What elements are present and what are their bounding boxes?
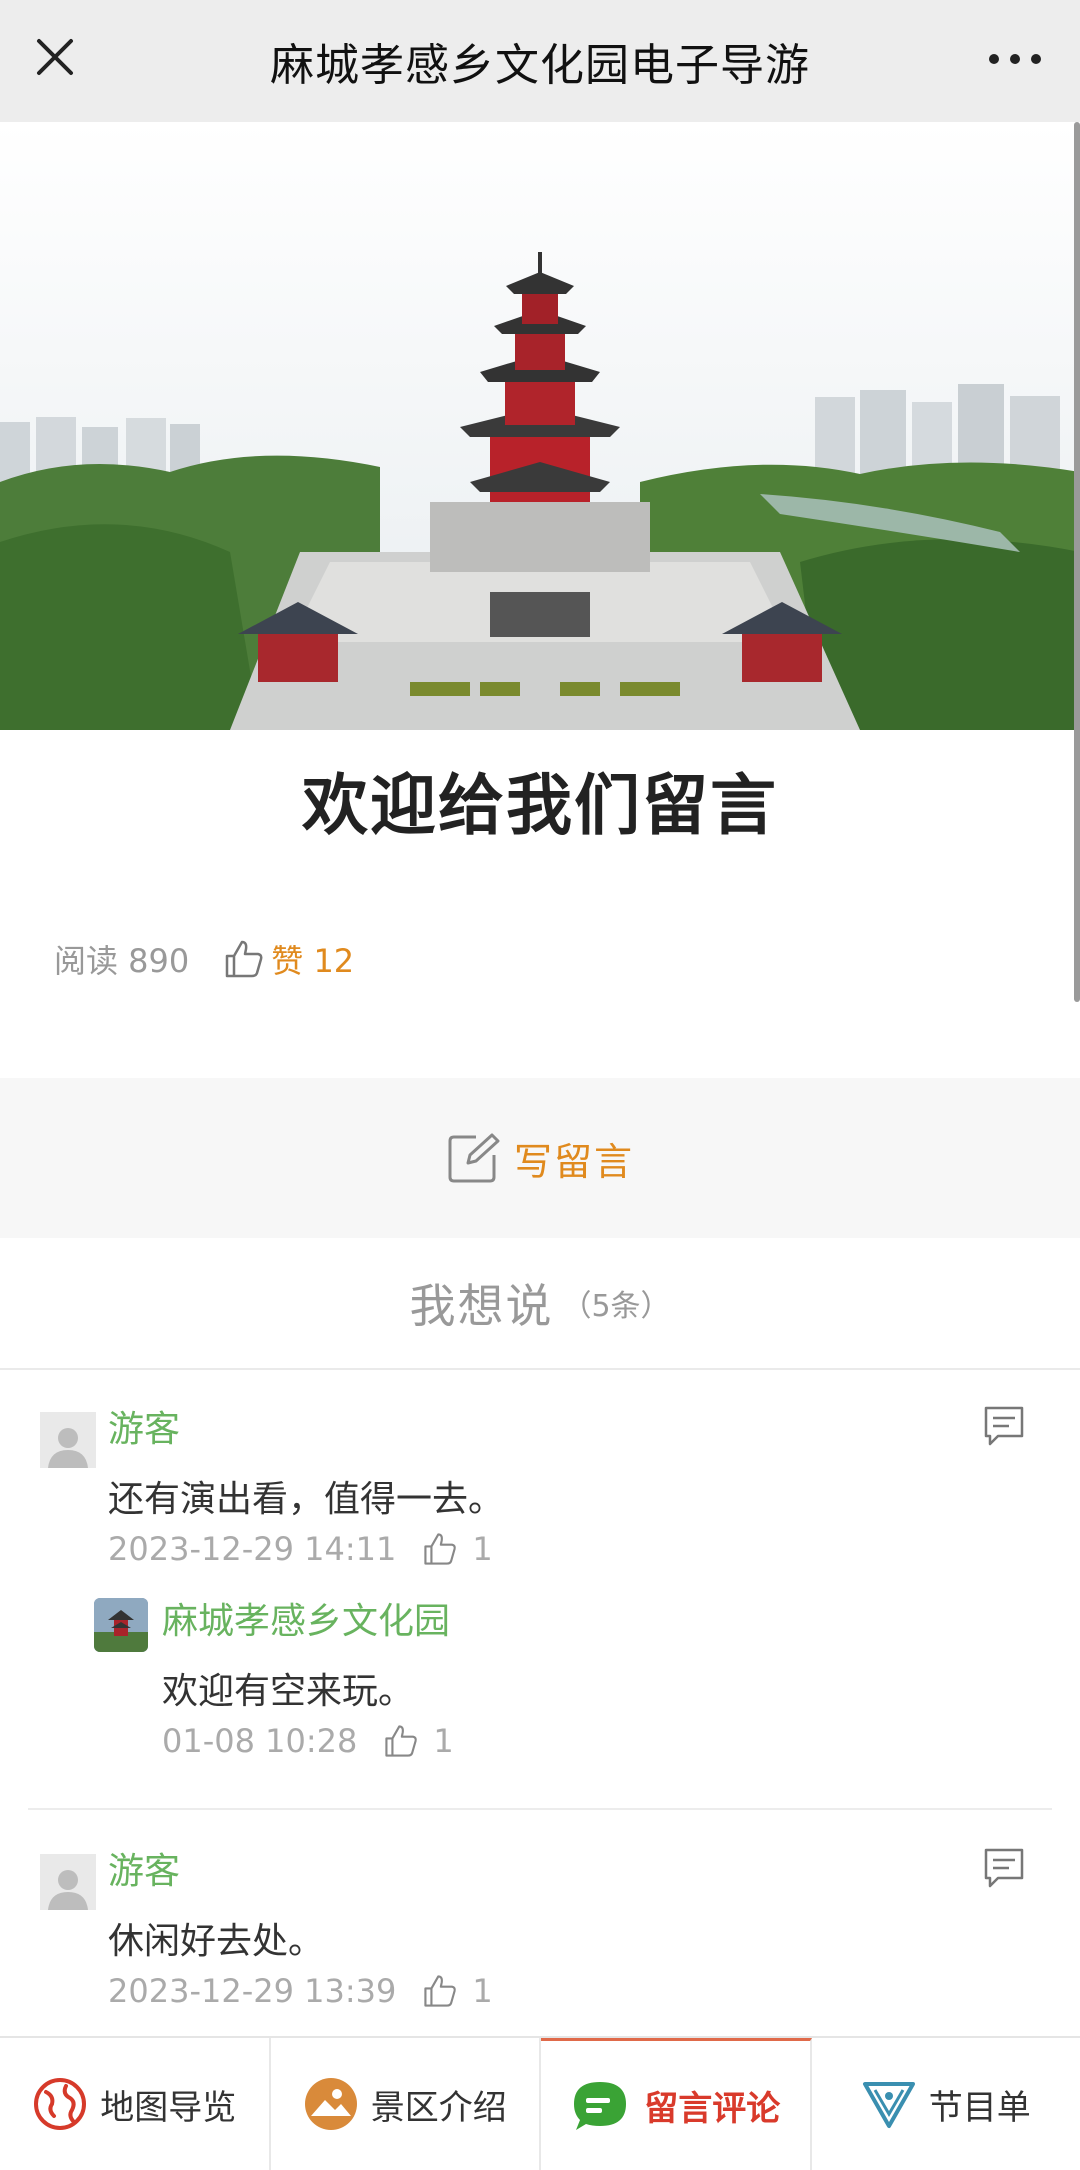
reply-avatar <box>94 1598 148 1652</box>
page-title: 麻城孝感乡文化园电子导游 <box>270 40 810 91</box>
divider <box>28 1808 1052 1810</box>
write-comment-area: 写留言 <box>0 1078 1080 1238</box>
reply-author[interactable]: 麻城孝感乡文化园 <box>162 1592 450 1644</box>
top-bar: 麻城孝感乡文化园电子导游 <box>0 0 1080 122</box>
like-count: 赞 12 <box>271 942 355 980</box>
scrollbar[interactable] <box>1074 122 1080 1002</box>
nav-scenic-intro[interactable]: 景区介绍 <box>271 2038 541 2170</box>
comment-text: 还有演出看，值得一去。 <box>108 1479 505 1520</box>
article-stats: 阅读 890 赞 12 <box>54 936 354 982</box>
bottom-nav: 地图导览 景区介绍 留言评论 节目单 <box>0 2036 1080 2170</box>
thumbs-up-icon <box>226 940 263 978</box>
thumbs-up-icon <box>385 1725 418 1757</box>
edit-icon <box>448 1133 500 1183</box>
hero-image <box>0 122 1080 730</box>
close-button[interactable] <box>28 30 82 84</box>
reply-meta: 01-08 10:28 1 <box>162 1722 454 1760</box>
nav-label: 景区介绍 <box>370 2087 507 2128</box>
nav-map-guide[interactable]: 地图导览 <box>0 2038 271 2170</box>
comment-like-count: 1 <box>472 1530 493 1568</box>
comments-count: （5条） <box>561 1289 671 1324</box>
chat-bubble-icon <box>574 2081 627 2130</box>
comment-author[interactable]: 游客 <box>108 1842 180 1894</box>
nav-label: 留言评论 <box>644 2089 781 2129</box>
comment-time: 2023-12-29 13:39 <box>108 1972 397 2010</box>
more-button[interactable] <box>980 34 1050 84</box>
pavilion-logo-icon <box>94 1598 148 1652</box>
reply-icon[interactable] <box>982 1846 1026 1890</box>
reply-like-count: 1 <box>433 1722 454 1760</box>
write-comment-label: 写留言 <box>513 1139 634 1184</box>
comment-item: 游客 还有演出看，值得一去。 2023-12-29 14:11 1 麻城孝感乡文… <box>0 1370 1080 1810</box>
thumbs-up-icon <box>424 1533 457 1565</box>
comment-item: 游客 休闲好去处。 2023-12-29 13:39 1 <box>0 1812 1080 2036</box>
nav-label: 地图导览 <box>100 2087 237 2128</box>
write-comment-button[interactable]: 写留言 <box>446 1131 634 1186</box>
reply-icon[interactable] <box>982 1404 1026 1448</box>
comment-like-button[interactable]: 1 <box>422 1972 493 2010</box>
comment-like-button[interactable]: 1 <box>422 1530 493 1568</box>
article-headline: 欢迎给我们留言 <box>302 767 778 844</box>
thumbs-up-icon <box>424 1975 457 2007</box>
article-like-button[interactable]: 赞 12 <box>223 936 354 982</box>
scenic-intro-icon <box>304 2078 357 2130</box>
reply-text: 欢迎有空来玩。 <box>162 1671 415 1712</box>
page: 麻城孝感乡文化园电子导游 欢迎给我们留言 阅读 890 赞 12 写留言 我想说… <box>0 0 1080 2170</box>
comment-text: 休闲好去处。 <box>108 1921 325 1962</box>
avatar <box>40 1412 96 1468</box>
program-list-icon <box>862 2082 915 2128</box>
nav-program-list[interactable]: 节目单 <box>812 2038 1080 2170</box>
comment-like-count: 1 <box>472 1972 493 2010</box>
user-silhouette-icon <box>48 1428 88 1468</box>
comments-header: 我想说 （5条） <box>0 1238 1080 1370</box>
read-count: 阅读 890 <box>54 942 190 980</box>
reply-like-button[interactable]: 1 <box>383 1722 454 1760</box>
more-icon <box>989 54 1041 64</box>
nav-comments[interactable]: 留言评论 <box>541 2038 812 2170</box>
comment-meta: 2023-12-29 13:39 1 <box>108 1972 493 2010</box>
comment-meta: 2023-12-29 14:11 1 <box>108 1530 493 1568</box>
user-silhouette-icon <box>48 1870 88 1910</box>
comment-time: 2023-12-29 14:11 <box>108 1530 397 1568</box>
comments-title: 我想说 <box>409 1279 554 1333</box>
reply-time: 01-08 10:28 <box>162 1722 358 1760</box>
map-globe-icon <box>34 2078 87 2130</box>
comment-author[interactable]: 游客 <box>108 1400 180 1452</box>
close-icon <box>37 39 73 75</box>
avatar <box>40 1854 96 1910</box>
nav-label: 节目单 <box>928 2087 1031 2128</box>
